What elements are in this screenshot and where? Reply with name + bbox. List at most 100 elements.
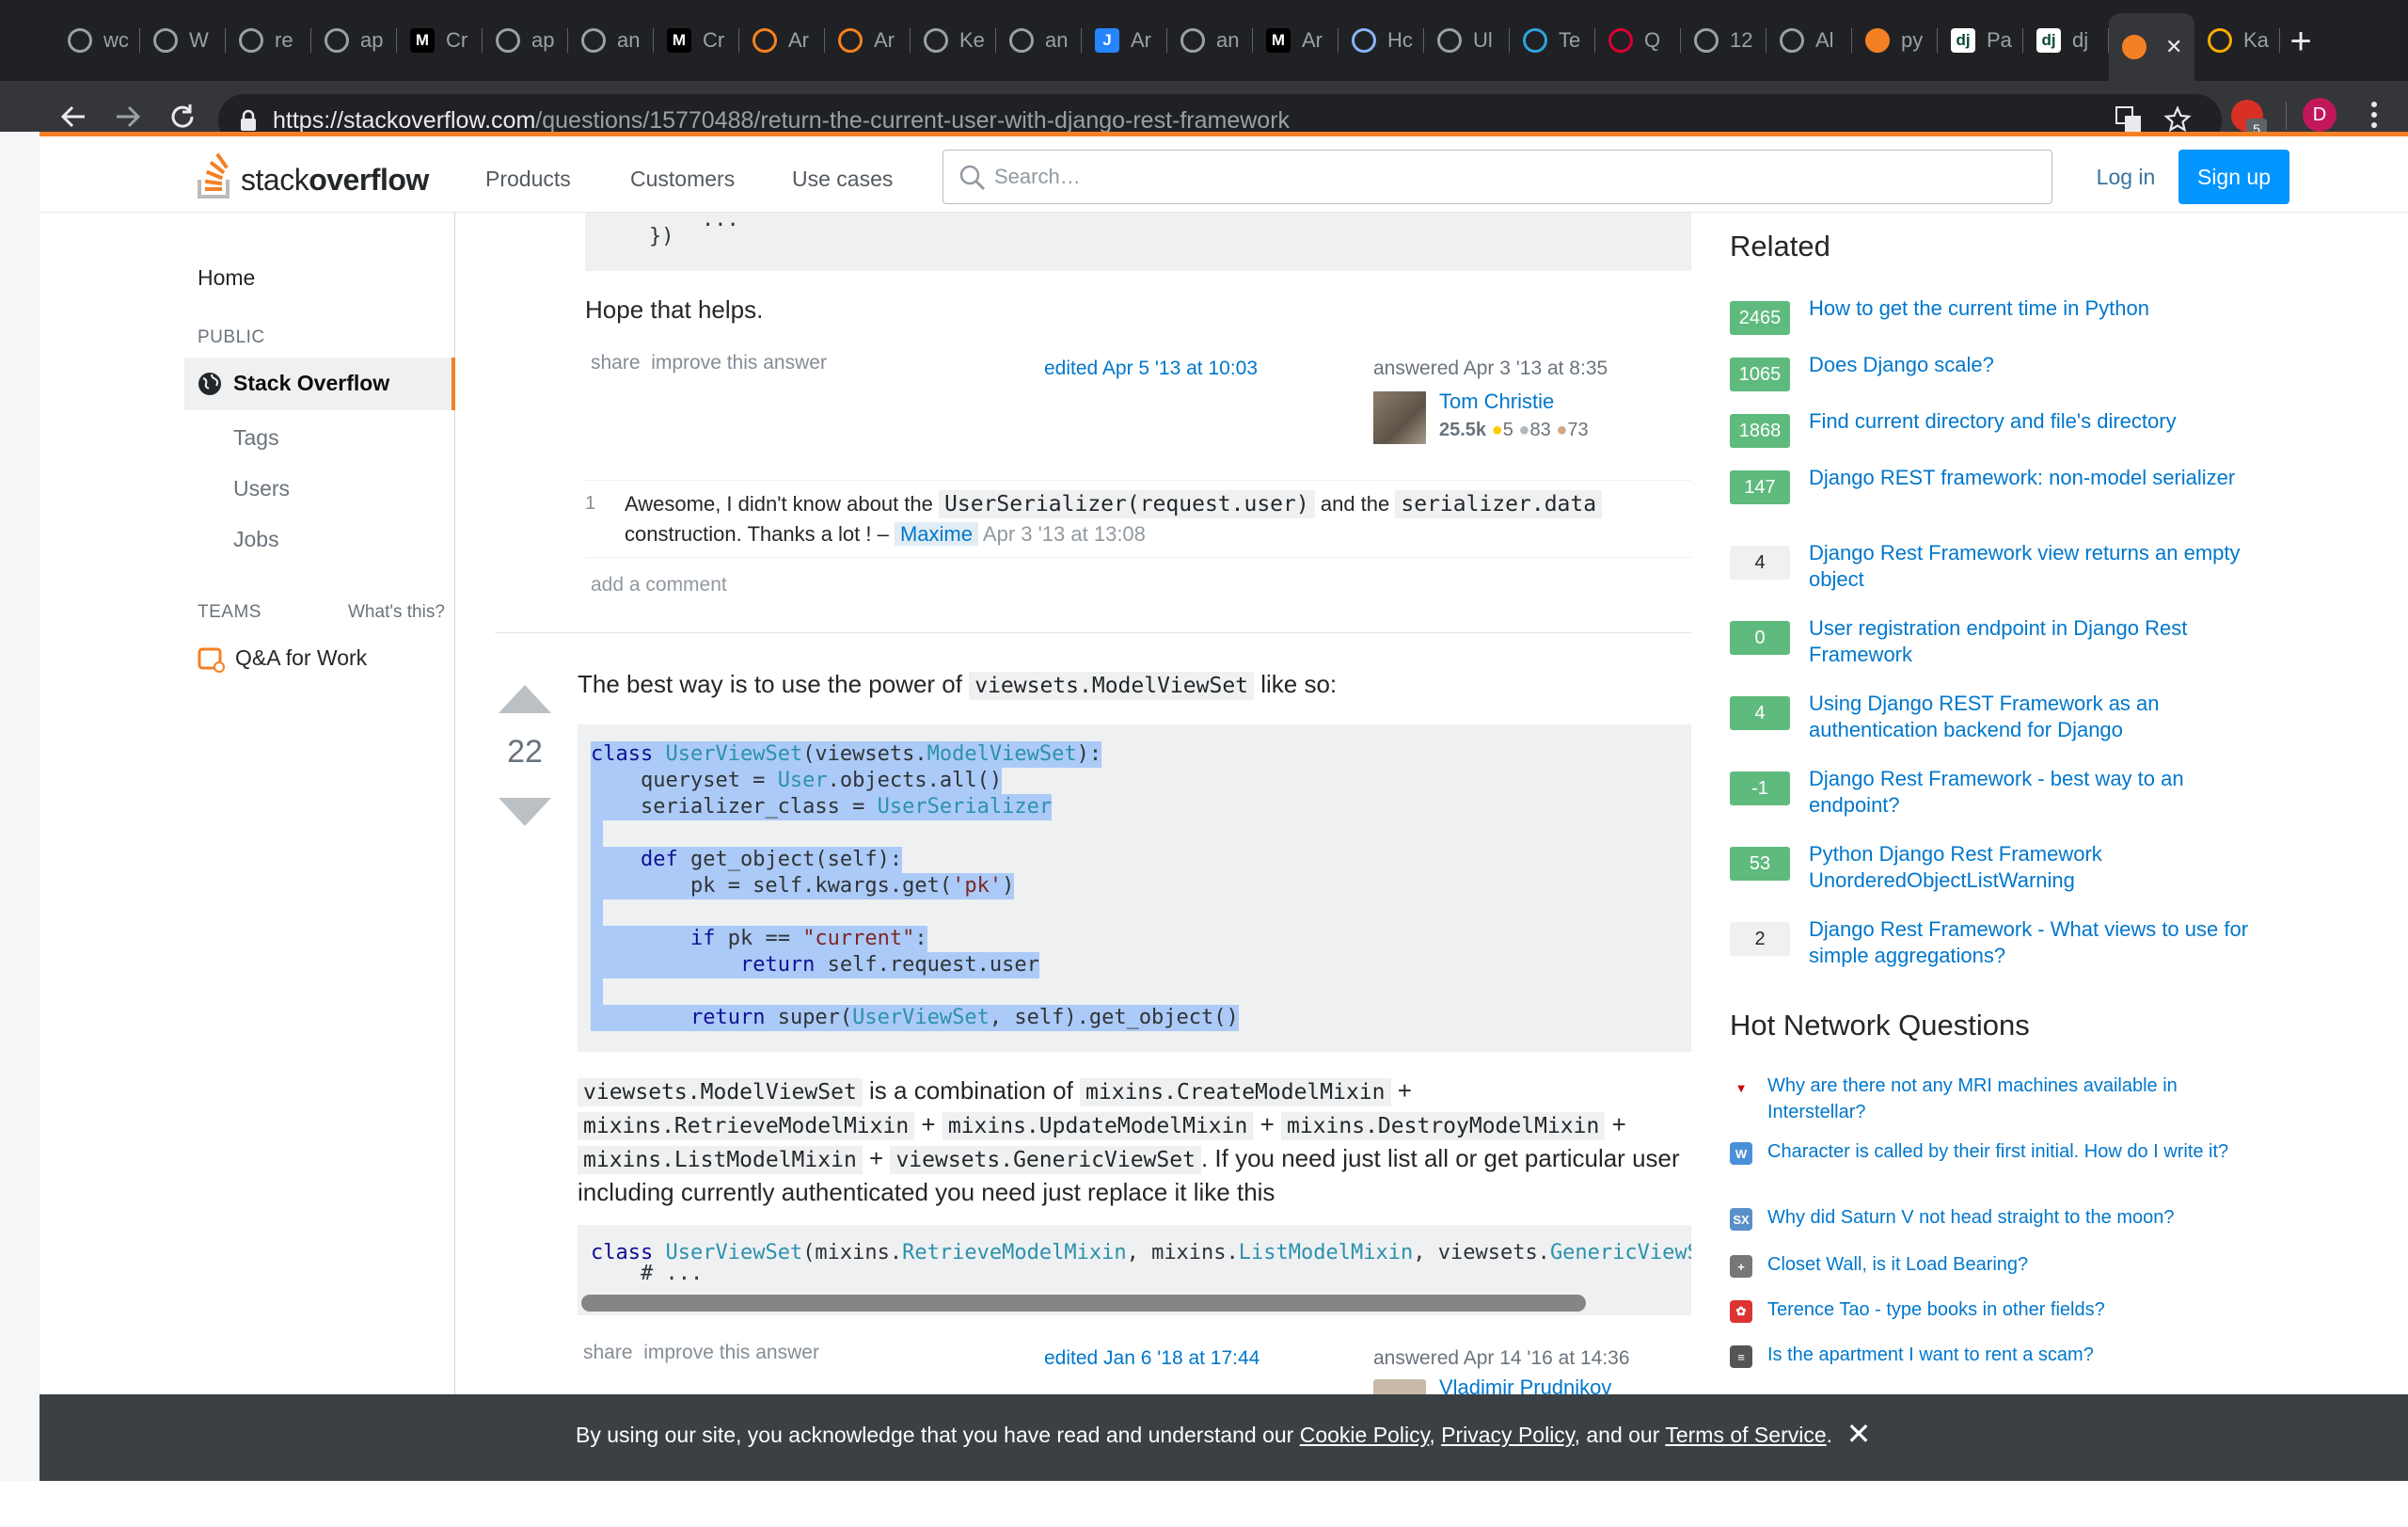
user-name-link[interactable]: Tom Christie <box>1439 390 1554 414</box>
browser-tab[interactable]: J Ar <box>1082 17 1167 64</box>
browser-tab[interactable]: an <box>1167 17 1253 64</box>
privacy-policy-link[interactable]: Privacy Policy <box>1441 1423 1574 1447</box>
related-title[interactable]: How to get the current time in Python <box>1809 295 2251 322</box>
related-title[interactable]: Django Rest Framework view returns an em… <box>1809 540 2251 593</box>
code-block[interactable]: class UserViewSet(viewsets.ModelViewSet)… <box>578 724 1691 1052</box>
hot-network-title[interactable]: Terence Tao - type books in other fields… <box>1767 1296 2247 1323</box>
related-question[interactable]: 2 Django Rest Framework - What views to u… <box>1730 916 2257 973</box>
browser-tab[interactable]: Al <box>1766 17 1852 64</box>
browser-tab[interactable]: Ul <box>1424 17 1510 64</box>
edited-link[interactable]: edited Jan 6 '18 at 17:44 <box>1044 1347 1259 1370</box>
hot-network-title[interactable]: Closet Wall, is it Load Bearing? <box>1767 1251 2247 1278</box>
related-question[interactable]: 2465 How to get the current time in Pytho… <box>1730 295 2257 352</box>
browser-tab[interactable]: wc <box>55 17 140 64</box>
forward-button[interactable] <box>109 98 147 135</box>
browser-tab[interactable]: py <box>1852 17 1938 64</box>
related-title[interactable]: Django Rest Framework - What views to us… <box>1809 916 2251 969</box>
user-avatar[interactable] <box>1373 391 1426 444</box>
browser-tab[interactable]: Ka <box>2194 17 2280 64</box>
nav-users[interactable]: Users <box>233 476 290 501</box>
browser-tab[interactable]: ap <box>483 17 568 64</box>
browser-tab[interactable]: an <box>568 17 654 64</box>
upvote-arrow-icon[interactable] <box>497 683 553 715</box>
code-token: : <box>914 927 927 950</box>
hot-network-title[interactable]: Why are there not any MRI machines avail… <box>1767 1073 2247 1125</box>
related-question[interactable]: 53 Python Django Rest Framework Unordered… <box>1730 841 2257 898</box>
browser-tab[interactable]: Ar <box>825 17 911 64</box>
browser-tab[interactable]: dj Pa <box>1938 17 2023 64</box>
hot-network-title[interactable]: Is the apartment I want to rent a scam? <box>1767 1342 2247 1368</box>
related-title[interactable]: User registration endpoint in Django Res… <box>1809 615 2251 668</box>
code-token: self.request.user <box>815 953 1039 977</box>
related-question[interactable]: 0 User registration endpoint in Django Re… <box>1730 615 2257 672</box>
extension-icon[interactable]: 5 <box>2231 100 2267 139</box>
add-comment-link[interactable]: add a comment <box>591 574 727 596</box>
related-title[interactable]: Django Rest Framework - best way to an e… <box>1809 766 2251 819</box>
related-question[interactable]: 147 Django REST framework: non-model seri… <box>1730 465 2257 521</box>
browser-tab[interactable]: 12 <box>1681 17 1766 64</box>
related-question[interactable]: 4 Django Rest Framework view returns an e… <box>1730 540 2257 596</box>
search-box[interactable] <box>943 150 2052 204</box>
improve-answer-link[interactable]: improve this answer <box>643 1342 819 1363</box>
related-question[interactable]: -1 Django Rest Framework - best way to an… <box>1730 766 2257 822</box>
close-icon[interactable]: ✕ <box>1840 1413 1877 1455</box>
share-link[interactable]: share <box>583 1342 633 1363</box>
user-avatar[interactable] <box>1373 1379 1426 1394</box>
edited-link[interactable]: edited Apr 5 '13 at 10:03 <box>1044 358 1258 380</box>
related-title[interactable]: Find current directory and file's direct… <box>1809 408 2251 435</box>
browser-tab[interactable]: M Cr <box>654 17 739 64</box>
browser-tab[interactable]: Hc <box>1339 17 1424 64</box>
signup-button[interactable]: Sign up <box>2178 150 2289 204</box>
menu-dots-icon[interactable] <box>2363 94 2385 135</box>
whats-this-link[interactable]: What's this? <box>348 602 445 623</box>
nav-tags[interactable]: Tags <box>233 425 279 451</box>
close-tab-icon[interactable]: ✕ <box>2165 35 2182 59</box>
related-title[interactable]: Python Django Rest Framework UnorderedOb… <box>1809 841 2251 894</box>
related-question[interactable]: 4 Using Django REST Framework as an authe… <box>1730 691 2257 747</box>
nav-use-cases[interactable]: Use cases <box>792 167 893 192</box>
nav-qa-for-work[interactable]: Q&A for Work <box>198 644 480 676</box>
browser-tab[interactable]: ✕ <box>2109 13 2194 81</box>
browser-tab[interactable]: dj dj <box>2023 17 2109 64</box>
user-name-link[interactable]: Vladimir Prudnikov <box>1439 1376 1611 1394</box>
nav-products[interactable]: Products <box>485 167 571 192</box>
new-tab-button[interactable]: + <box>2273 13 2329 70</box>
downvote-arrow-icon[interactable] <box>497 796 553 828</box>
browser-tab[interactable]: Ar <box>739 17 825 64</box>
browser-tab[interactable]: Ke <box>911 17 996 64</box>
share-link[interactable]: share <box>591 352 641 374</box>
related-title[interactable]: Does Django scale? <box>1809 352 2251 378</box>
browser-tab[interactable]: W <box>140 17 226 64</box>
improve-answer-link[interactable]: improve this answer <box>651 352 827 374</box>
browser-tab[interactable]: an <box>996 17 1082 64</box>
reload-button[interactable] <box>164 98 201 135</box>
translate-icon[interactable] <box>2115 105 2143 134</box>
horizontal-scrollbar[interactable] <box>581 1295 1586 1312</box>
hot-network-title[interactable]: Character is called by their first initi… <box>1767 1138 2247 1165</box>
browser-tab[interactable]: Q <box>1595 17 1681 64</box>
browser-tab[interactable]: re <box>226 17 311 64</box>
search-input[interactable] <box>994 151 2029 203</box>
browser-tab[interactable]: Te <box>1510 17 1595 64</box>
scifi-icon: ▼ <box>1730 1076 1752 1099</box>
related-title[interactable]: Django REST framework: non-model seriali… <box>1809 465 2251 491</box>
related-question[interactable]: 1868 Find current directory and file's di… <box>1730 408 2257 465</box>
browser-tab[interactable]: M Cr <box>397 17 483 64</box>
terms-of-service-link[interactable]: Terms of Service <box>1665 1423 1826 1447</box>
login-button[interactable]: Log in <box>2067 150 2184 204</box>
bookmark-star-icon[interactable] <box>2163 105 2192 134</box>
profile-avatar[interactable]: D <box>2303 98 2337 132</box>
related-title[interactable]: Using Django REST Framework as an authen… <box>1809 691 2251 743</box>
nav-jobs[interactable]: Jobs <box>233 527 279 552</box>
nav-stackoverflow[interactable]: Stack Overflow <box>184 358 455 410</box>
back-button[interactable] <box>55 98 92 135</box>
related-question[interactable]: 1065 Does Django scale? <box>1730 352 2257 408</box>
cookie-policy-link[interactable]: Cookie Policy <box>1300 1423 1430 1447</box>
browser-tab[interactable]: M Ar <box>1253 17 1339 64</box>
hot-network-title[interactable]: Why did Saturn V not head straight to th… <box>1767 1204 2247 1231</box>
nav-home[interactable]: Home <box>198 265 255 291</box>
site-logo[interactable]: stackoverflow <box>196 151 450 200</box>
browser-tab[interactable]: ap <box>311 17 397 64</box>
nav-customers[interactable]: Customers <box>630 167 735 192</box>
comment-user-link[interactable]: Maxime <box>894 522 978 546</box>
